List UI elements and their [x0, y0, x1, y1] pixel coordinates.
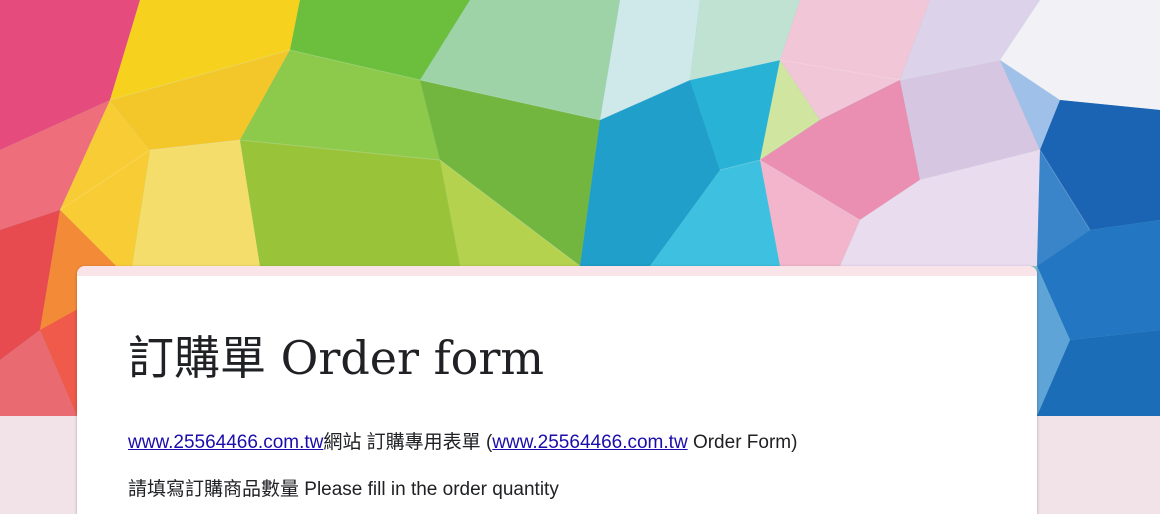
- card-top-accent-bar: [77, 266, 1037, 276]
- description-text-1: 網站 訂購專用表單 (: [323, 432, 493, 453]
- form-header-card: 訂購單 Order form www.25564466.com.tw網站 訂購專…: [77, 266, 1037, 514]
- form-description-line-2: 請填寫訂購商品數量 Please fill in the order quant…: [128, 479, 559, 500]
- form-description-line-1: www.25564466.com.tw網站 訂購專用表單 (www.255644…: [128, 430, 797, 456]
- website-link-1[interactable]: www.25564466.com.tw: [128, 432, 323, 453]
- form-page: 訂購單 Order form www.25564466.com.tw網站 訂購專…: [0, 0, 1160, 514]
- form-title: 訂購單 Order form: [128, 331, 544, 385]
- description-text-2: Order Form): [687, 432, 798, 453]
- website-link-2[interactable]: www.25564466.com.tw: [492, 432, 687, 453]
